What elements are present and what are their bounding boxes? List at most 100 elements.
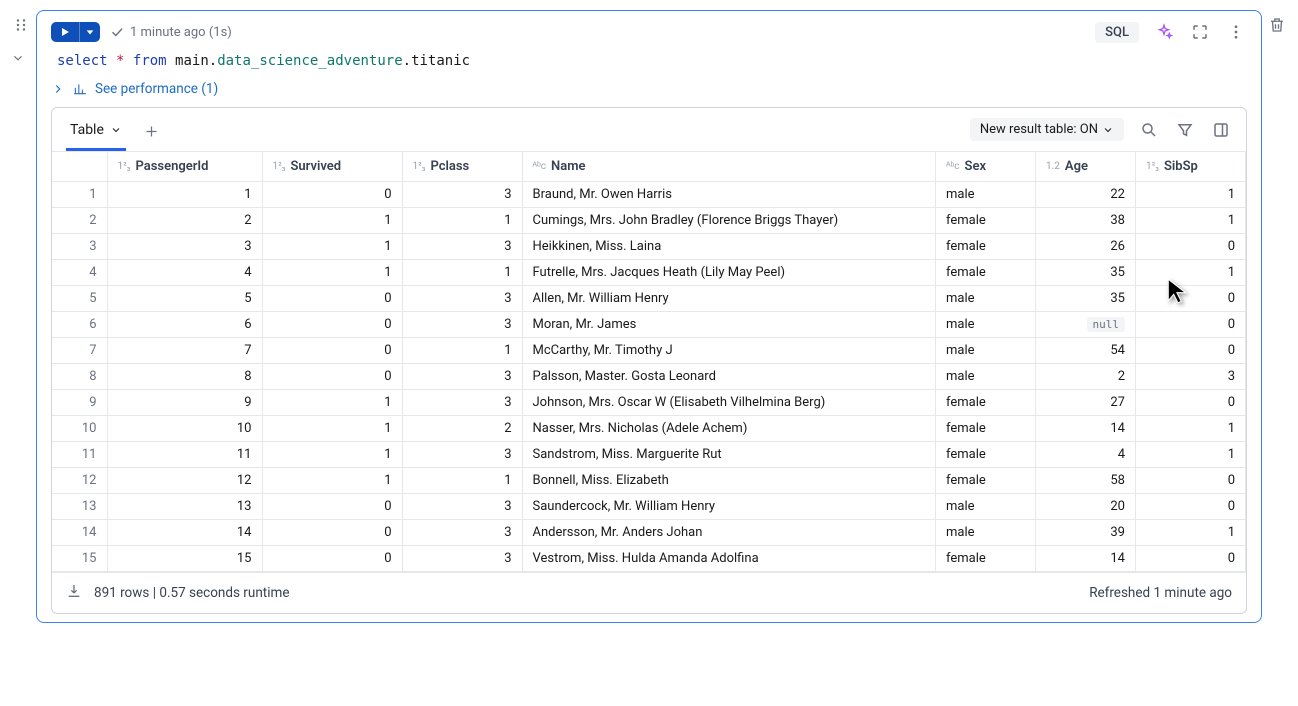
cell[interactable]: 0 bbox=[1136, 546, 1246, 572]
table-row[interactable]: 6603Moran, Mr. Jamesmalenull0 bbox=[52, 312, 1246, 338]
cell[interactable]: null bbox=[1036, 312, 1136, 338]
cell[interactable]: 3 bbox=[402, 286, 522, 312]
cell[interactable]: Sandstrom, Miss. Marguerite Rut bbox=[522, 442, 936, 468]
cell[interactable]: 1 bbox=[1136, 520, 1246, 546]
column-header[interactable]: ᴬᵇcName bbox=[522, 152, 936, 182]
add-tab-button[interactable] bbox=[138, 118, 165, 149]
cell[interactable]: Allen, Mr. William Henry bbox=[522, 286, 936, 312]
cell[interactable]: 2 bbox=[402, 416, 522, 442]
cell[interactable]: Heikkinen, Miss. Laina bbox=[522, 234, 936, 260]
cell[interactable]: 9 bbox=[107, 390, 262, 416]
table-row[interactable]: 2211Cumings, Mrs. John Bradley (Florence… bbox=[52, 208, 1246, 234]
column-header[interactable]: ᴬᵇcSex bbox=[936, 152, 1036, 182]
filter-icon[interactable] bbox=[1174, 119, 1196, 141]
cell[interactable]: Braund, Mr. Owen Harris bbox=[522, 182, 936, 208]
cell[interactable]: male bbox=[936, 494, 1036, 520]
cell[interactable]: 3 bbox=[402, 312, 522, 338]
cell[interactable]: 35 bbox=[1036, 260, 1136, 286]
cell[interactable]: 0 bbox=[262, 364, 402, 390]
cell[interactable]: 2 bbox=[107, 208, 262, 234]
collapse-toggle-icon[interactable] bbox=[11, 51, 25, 69]
more-menu-icon[interactable] bbox=[1225, 21, 1247, 43]
cell[interactable]: 0 bbox=[262, 182, 402, 208]
cell[interactable]: 1 bbox=[262, 468, 402, 494]
cell[interactable]: 3 bbox=[1136, 364, 1246, 390]
cell[interactable]: female bbox=[936, 546, 1036, 572]
table-row[interactable]: 9913Johnson, Mrs. Oscar W (Elisabeth Vil… bbox=[52, 390, 1246, 416]
column-header[interactable]: 1²₃SibSp bbox=[1136, 152, 1246, 182]
cell[interactable]: female bbox=[936, 416, 1036, 442]
cell[interactable]: 11 bbox=[107, 442, 262, 468]
cell[interactable]: 13 bbox=[107, 494, 262, 520]
cell[interactable]: 4 bbox=[107, 260, 262, 286]
cell[interactable]: female bbox=[936, 390, 1036, 416]
run-dropdown-button[interactable] bbox=[79, 22, 100, 42]
cell[interactable]: 1 bbox=[1136, 442, 1246, 468]
cell[interactable]: 2 bbox=[1036, 364, 1136, 390]
search-icon[interactable] bbox=[1138, 119, 1160, 141]
table-row[interactable]: 111113Sandstrom, Miss. Marguerite Rutfem… bbox=[52, 442, 1246, 468]
cell[interactable]: female bbox=[936, 468, 1036, 494]
cell[interactable]: 8 bbox=[107, 364, 262, 390]
cell[interactable]: Andersson, Mr. Anders Johan bbox=[522, 520, 936, 546]
cell[interactable]: female bbox=[936, 260, 1036, 286]
cell[interactable]: 1 bbox=[262, 208, 402, 234]
cell[interactable]: 3 bbox=[402, 546, 522, 572]
cell[interactable]: 27 bbox=[1036, 390, 1136, 416]
cell[interactable]: 6 bbox=[107, 312, 262, 338]
cell[interactable]: 0 bbox=[262, 546, 402, 572]
cell[interactable]: 1 bbox=[402, 468, 522, 494]
language-badge[interactable]: SQL bbox=[1095, 22, 1139, 43]
cell[interactable]: Nasser, Mrs. Nicholas (Adele Achem) bbox=[522, 416, 936, 442]
cell[interactable]: 3 bbox=[402, 442, 522, 468]
cell[interactable]: 1 bbox=[402, 338, 522, 364]
cell[interactable]: 14 bbox=[107, 520, 262, 546]
table-row[interactable]: 3313Heikkinen, Miss. Lainafemale260 bbox=[52, 234, 1246, 260]
cell[interactable]: 0 bbox=[262, 520, 402, 546]
cell[interactable]: Vestrom, Miss. Hulda Amanda Adolfina bbox=[522, 546, 936, 572]
cell[interactable]: male bbox=[936, 338, 1036, 364]
cell[interactable]: 0 bbox=[1136, 468, 1246, 494]
cell[interactable]: 0 bbox=[262, 338, 402, 364]
cell[interactable]: 1 bbox=[107, 182, 262, 208]
cell[interactable]: 12 bbox=[107, 468, 262, 494]
cell[interactable]: 3 bbox=[402, 182, 522, 208]
cell[interactable]: 1 bbox=[262, 234, 402, 260]
drag-handle-icon[interactable] bbox=[12, 10, 30, 38]
table-row[interactable]: 101012Nasser, Mrs. Nicholas (Adele Achem… bbox=[52, 416, 1246, 442]
table-row[interactable]: 121211Bonnell, Miss. Elizabethfemale580 bbox=[52, 468, 1246, 494]
cell[interactable]: 0 bbox=[1136, 390, 1246, 416]
cell[interactable]: Moran, Mr. James bbox=[522, 312, 936, 338]
cell[interactable]: 5 bbox=[107, 286, 262, 312]
cell[interactable]: 26 bbox=[1036, 234, 1136, 260]
table-row[interactable]: 7701McCarthy, Mr. Timothy Jmale540 bbox=[52, 338, 1246, 364]
run-button[interactable] bbox=[51, 22, 79, 42]
cell[interactable]: 3 bbox=[402, 520, 522, 546]
column-header[interactable]: 1²₃Survived bbox=[262, 152, 402, 182]
cell[interactable]: Palsson, Master. Gosta Leonard bbox=[522, 364, 936, 390]
table-row[interactable]: 151503Vestrom, Miss. Hulda Amanda Adolfi… bbox=[52, 546, 1246, 572]
cell[interactable]: 58 bbox=[1036, 468, 1136, 494]
table-row[interactable]: 4411Futrelle, Mrs. Jacques Heath (Lily M… bbox=[52, 260, 1246, 286]
cell[interactable]: 1 bbox=[402, 260, 522, 286]
table-row[interactable]: 5503Allen, Mr. William Henrymale350 bbox=[52, 286, 1246, 312]
cell[interactable]: 1 bbox=[402, 208, 522, 234]
cell[interactable]: 20 bbox=[1036, 494, 1136, 520]
cell[interactable]: 1 bbox=[262, 260, 402, 286]
table-row[interactable]: 131303Saundercock, Mr. William Henrymale… bbox=[52, 494, 1246, 520]
cell[interactable]: male bbox=[936, 312, 1036, 338]
cell[interactable]: 0 bbox=[262, 286, 402, 312]
cell[interactable]: 0 bbox=[262, 494, 402, 520]
cell[interactable]: female bbox=[936, 234, 1036, 260]
download-icon[interactable] bbox=[66, 583, 82, 603]
cell[interactable]: Johnson, Mrs. Oscar W (Elisabeth Vilhelm… bbox=[522, 390, 936, 416]
cell[interactable]: female bbox=[936, 208, 1036, 234]
cell[interactable]: 3 bbox=[402, 364, 522, 390]
expand-icon[interactable] bbox=[1189, 21, 1211, 43]
cell[interactable]: 38 bbox=[1036, 208, 1136, 234]
cell[interactable]: 1 bbox=[1136, 416, 1246, 442]
table-row[interactable]: 141403Andersson, Mr. Anders Johanmale391 bbox=[52, 520, 1246, 546]
cell[interactable]: 0 bbox=[1136, 234, 1246, 260]
cell[interactable]: 3 bbox=[402, 390, 522, 416]
cell[interactable]: 1 bbox=[1136, 208, 1246, 234]
